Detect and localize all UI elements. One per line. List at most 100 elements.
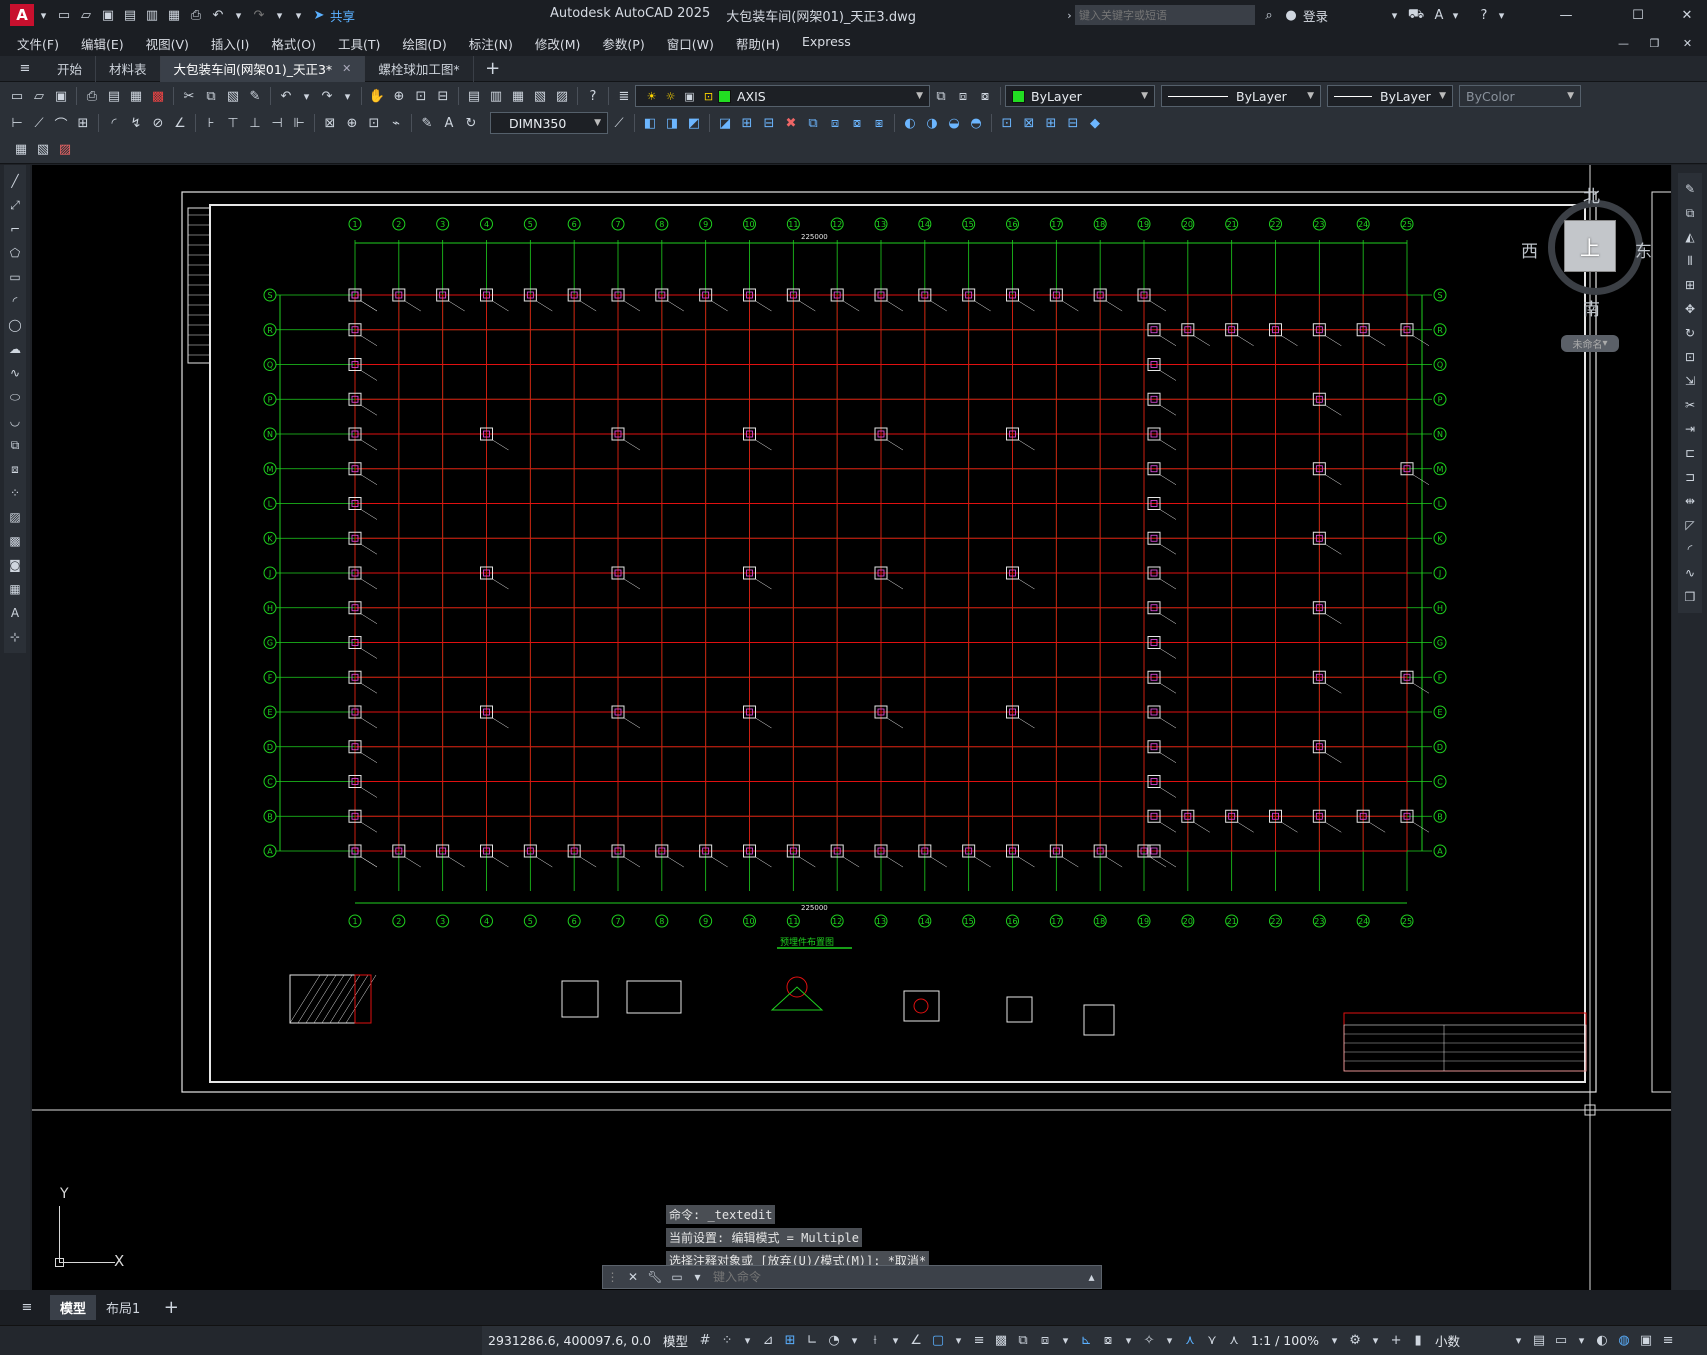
layer-states-icon[interactable]: ⧇ [976, 87, 994, 105]
jogged-linear-icon[interactable]: ⌁ [387, 114, 405, 132]
tool-b-icon[interactable]: ▧ [34, 141, 52, 159]
chevron-down-icon[interactable]: ▾ [1121, 1332, 1136, 1350]
tool-11-icon[interactable]: ⧆ [870, 114, 888, 132]
dim-linear-icon[interactable]: ⊢ [8, 114, 26, 132]
chevron-down-icon[interactable]: ▾ [1574, 1332, 1589, 1350]
tool-5-icon[interactable]: ⊞ [738, 114, 756, 132]
tool-18-icon[interactable]: ⊞ [1042, 114, 1060, 132]
help-icon[interactable]: ? [584, 87, 602, 105]
tool-3-icon[interactable]: ◩ [685, 114, 703, 132]
units-icon[interactable]: ▮ [1409, 1332, 1427, 1350]
break-at-point-icon[interactable]: ⊏ [1681, 443, 1699, 463]
array-icon[interactable]: ⊞ [1681, 275, 1699, 295]
new-tab-plus-icon[interactable]: + [484, 58, 502, 79]
command-prompt-icon[interactable]: ▭ [668, 1268, 686, 1286]
tool-10-icon[interactable]: ⧇ [848, 114, 866, 132]
pan-icon[interactable]: ✋ [368, 87, 386, 105]
copy-icon[interactable]: ⧉ [1681, 203, 1699, 223]
layer-dropdown[interactable]: ☀ ☼ ▣ ⊡ AXIS ▼ [635, 85, 930, 107]
redo-icon[interactable]: ↷ [318, 87, 336, 105]
mtext-icon[interactable]: A [6, 603, 24, 623]
tool-6-icon[interactable]: ⊟ [760, 114, 778, 132]
customize-wrench-icon[interactable]: 🔧︎ [646, 1268, 664, 1286]
tool-a-icon[interactable]: ▦ [12, 141, 30, 159]
tool-palettes-icon[interactable]: ▦ [509, 87, 527, 105]
dimstyle-dropdown[interactable]: DIMN350 ▼ [490, 112, 608, 134]
minimize-icon[interactable]: — [1557, 6, 1575, 24]
object-snap-tracking-icon[interactable]: ∠ [907, 1332, 925, 1350]
revcloud-icon[interactable]: ☁ [6, 339, 24, 359]
menu-item[interactable]: 绘图(D) [391, 34, 457, 53]
publish-icon[interactable]: ▦ [165, 6, 183, 24]
search-input[interactable] [1075, 5, 1255, 25]
search-icon[interactable]: ⌕ [1260, 6, 1278, 24]
hatch-icon[interactable]: ▨ [6, 507, 24, 527]
annotation-scale-icon[interactable]: ⋏ [1225, 1332, 1243, 1350]
chevron-down-icon[interactable]: ▾ [1058, 1332, 1073, 1350]
point-icon[interactable]: ⁘ [6, 483, 24, 503]
dim-update-icon[interactable]: ↻ [462, 114, 480, 132]
isodraft-icon[interactable]: ⟊ [866, 1332, 884, 1350]
offset-icon[interactable]: ⫴ [1681, 251, 1699, 271]
sheet-set-icon[interactable]: ▧ [531, 87, 549, 105]
viewcube-east[interactable]: 东 [1635, 237, 1652, 262]
lock-ui-icon[interactable]: ▭ [1552, 1332, 1570, 1350]
zoom-window-icon[interactable]: ⊡ [412, 87, 430, 105]
chevron-down-icon[interactable]: ▾ [1494, 6, 1509, 24]
open-icon[interactable]: ▱ [30, 87, 48, 105]
quick-properties-icon[interactable]: ▤ [1530, 1332, 1548, 1350]
menu-item[interactable]: 插入(I) [200, 34, 260, 53]
extend-icon[interactable]: ⇥ [1681, 419, 1699, 439]
mirror-icon[interactable]: ◭ [1681, 227, 1699, 247]
doc-restore-icon[interactable]: ❐ [1647, 34, 1662, 52]
dynamic-ucs-icon[interactable]: ⊾ [1077, 1332, 1095, 1350]
dim-baseline-icon[interactable]: ⊤ [224, 114, 242, 132]
dim-radius-icon[interactable]: ◜ [105, 114, 123, 132]
spline-icon[interactable]: ∿ [6, 363, 24, 383]
design-center-icon[interactable]: ▥ [487, 87, 505, 105]
customize-status-icon[interactable]: ≡ [1659, 1332, 1677, 1350]
autodesk-a360-icon[interactable]: A [1430, 6, 1448, 24]
gizmo-icon[interactable]: ✧ [1140, 1332, 1158, 1350]
tool-16-icon[interactable]: ⊡ [998, 114, 1016, 132]
region-icon[interactable]: ◙ [6, 555, 24, 575]
dynamic-input-icon[interactable]: ⊞ [781, 1332, 799, 1350]
preview-icon[interactable]: ▤ [105, 87, 123, 105]
print-icon[interactable]: ⎙ [187, 6, 205, 24]
viewcube[interactable]: 上 北 南 东 西 未命名 ▾ [1521, 185, 1653, 352]
chevron-up-icon[interactable]: ▴ [1084, 1268, 1099, 1286]
polygon-icon[interactable]: ⬠ [6, 243, 24, 263]
viewcube-south[interactable]: 南 [1583, 295, 1600, 320]
selection-cycling-icon[interactable]: ⧉ [1014, 1332, 1032, 1350]
viewcube-face-top[interactable]: 上 [1564, 220, 1616, 272]
dim-jogged-icon[interactable]: ↯ [127, 114, 145, 132]
pdf-icon[interactable]: ▩ [149, 87, 167, 105]
model-space-toggle[interactable]: 模型 [657, 1331, 694, 1350]
hamburger-menu-icon[interactable]: ≡ [16, 60, 34, 78]
paste-icon[interactable]: ▧ [224, 87, 242, 105]
move-icon[interactable]: ✥ [1681, 299, 1699, 319]
add-layout-icon[interactable]: + [162, 1297, 180, 1318]
tool-20-icon[interactable]: ◆ [1086, 114, 1104, 132]
login-button[interactable]: 登录 [1303, 6, 1328, 25]
doc-minimize-icon[interactable]: — [1616, 34, 1631, 52]
drawing-canvas[interactable]: 1 1 2 2 3 3 4 4 5 5 6 6 7 7 8 8 9 9 10 10 11 11 12 12 13 13 14 14 15… [32, 165, 1671, 1290]
dim-angular-icon[interactable]: ∠ [171, 114, 189, 132]
dim-aligned-icon[interactable]: ⟋ [30, 114, 48, 132]
copy-icon[interactable]: ⧉ [202, 87, 220, 105]
chevron-down-icon[interactable]: ▾ [340, 87, 355, 105]
workspace-gear-icon[interactable]: ⚙ [1346, 1332, 1364, 1350]
file-tab[interactable]: 大包装车间(网架01)_天正3* ✕ [160, 55, 366, 82]
object-snap-icon[interactable]: ▢ [929, 1332, 947, 1350]
menu-item[interactable]: 窗口(W) [656, 34, 725, 53]
menu-item[interactable]: 参数(P) [591, 34, 655, 53]
chevron-down-icon[interactable]: ▾ [847, 1332, 862, 1350]
ellipse-icon[interactable]: ⬭ [6, 387, 24, 407]
blend-icon[interactable]: ∿ [1681, 563, 1699, 583]
grid-icon[interactable]: # [696, 1332, 714, 1350]
tool-2-icon[interactable]: ◨ [663, 114, 681, 132]
break-icon[interactable]: ⊐ [1681, 467, 1699, 487]
isolate-objects-icon[interactable]: ◐ [1593, 1332, 1611, 1350]
make-block-icon[interactable]: ⧈ [6, 459, 24, 479]
arc-icon[interactable]: ◜ [6, 291, 24, 311]
